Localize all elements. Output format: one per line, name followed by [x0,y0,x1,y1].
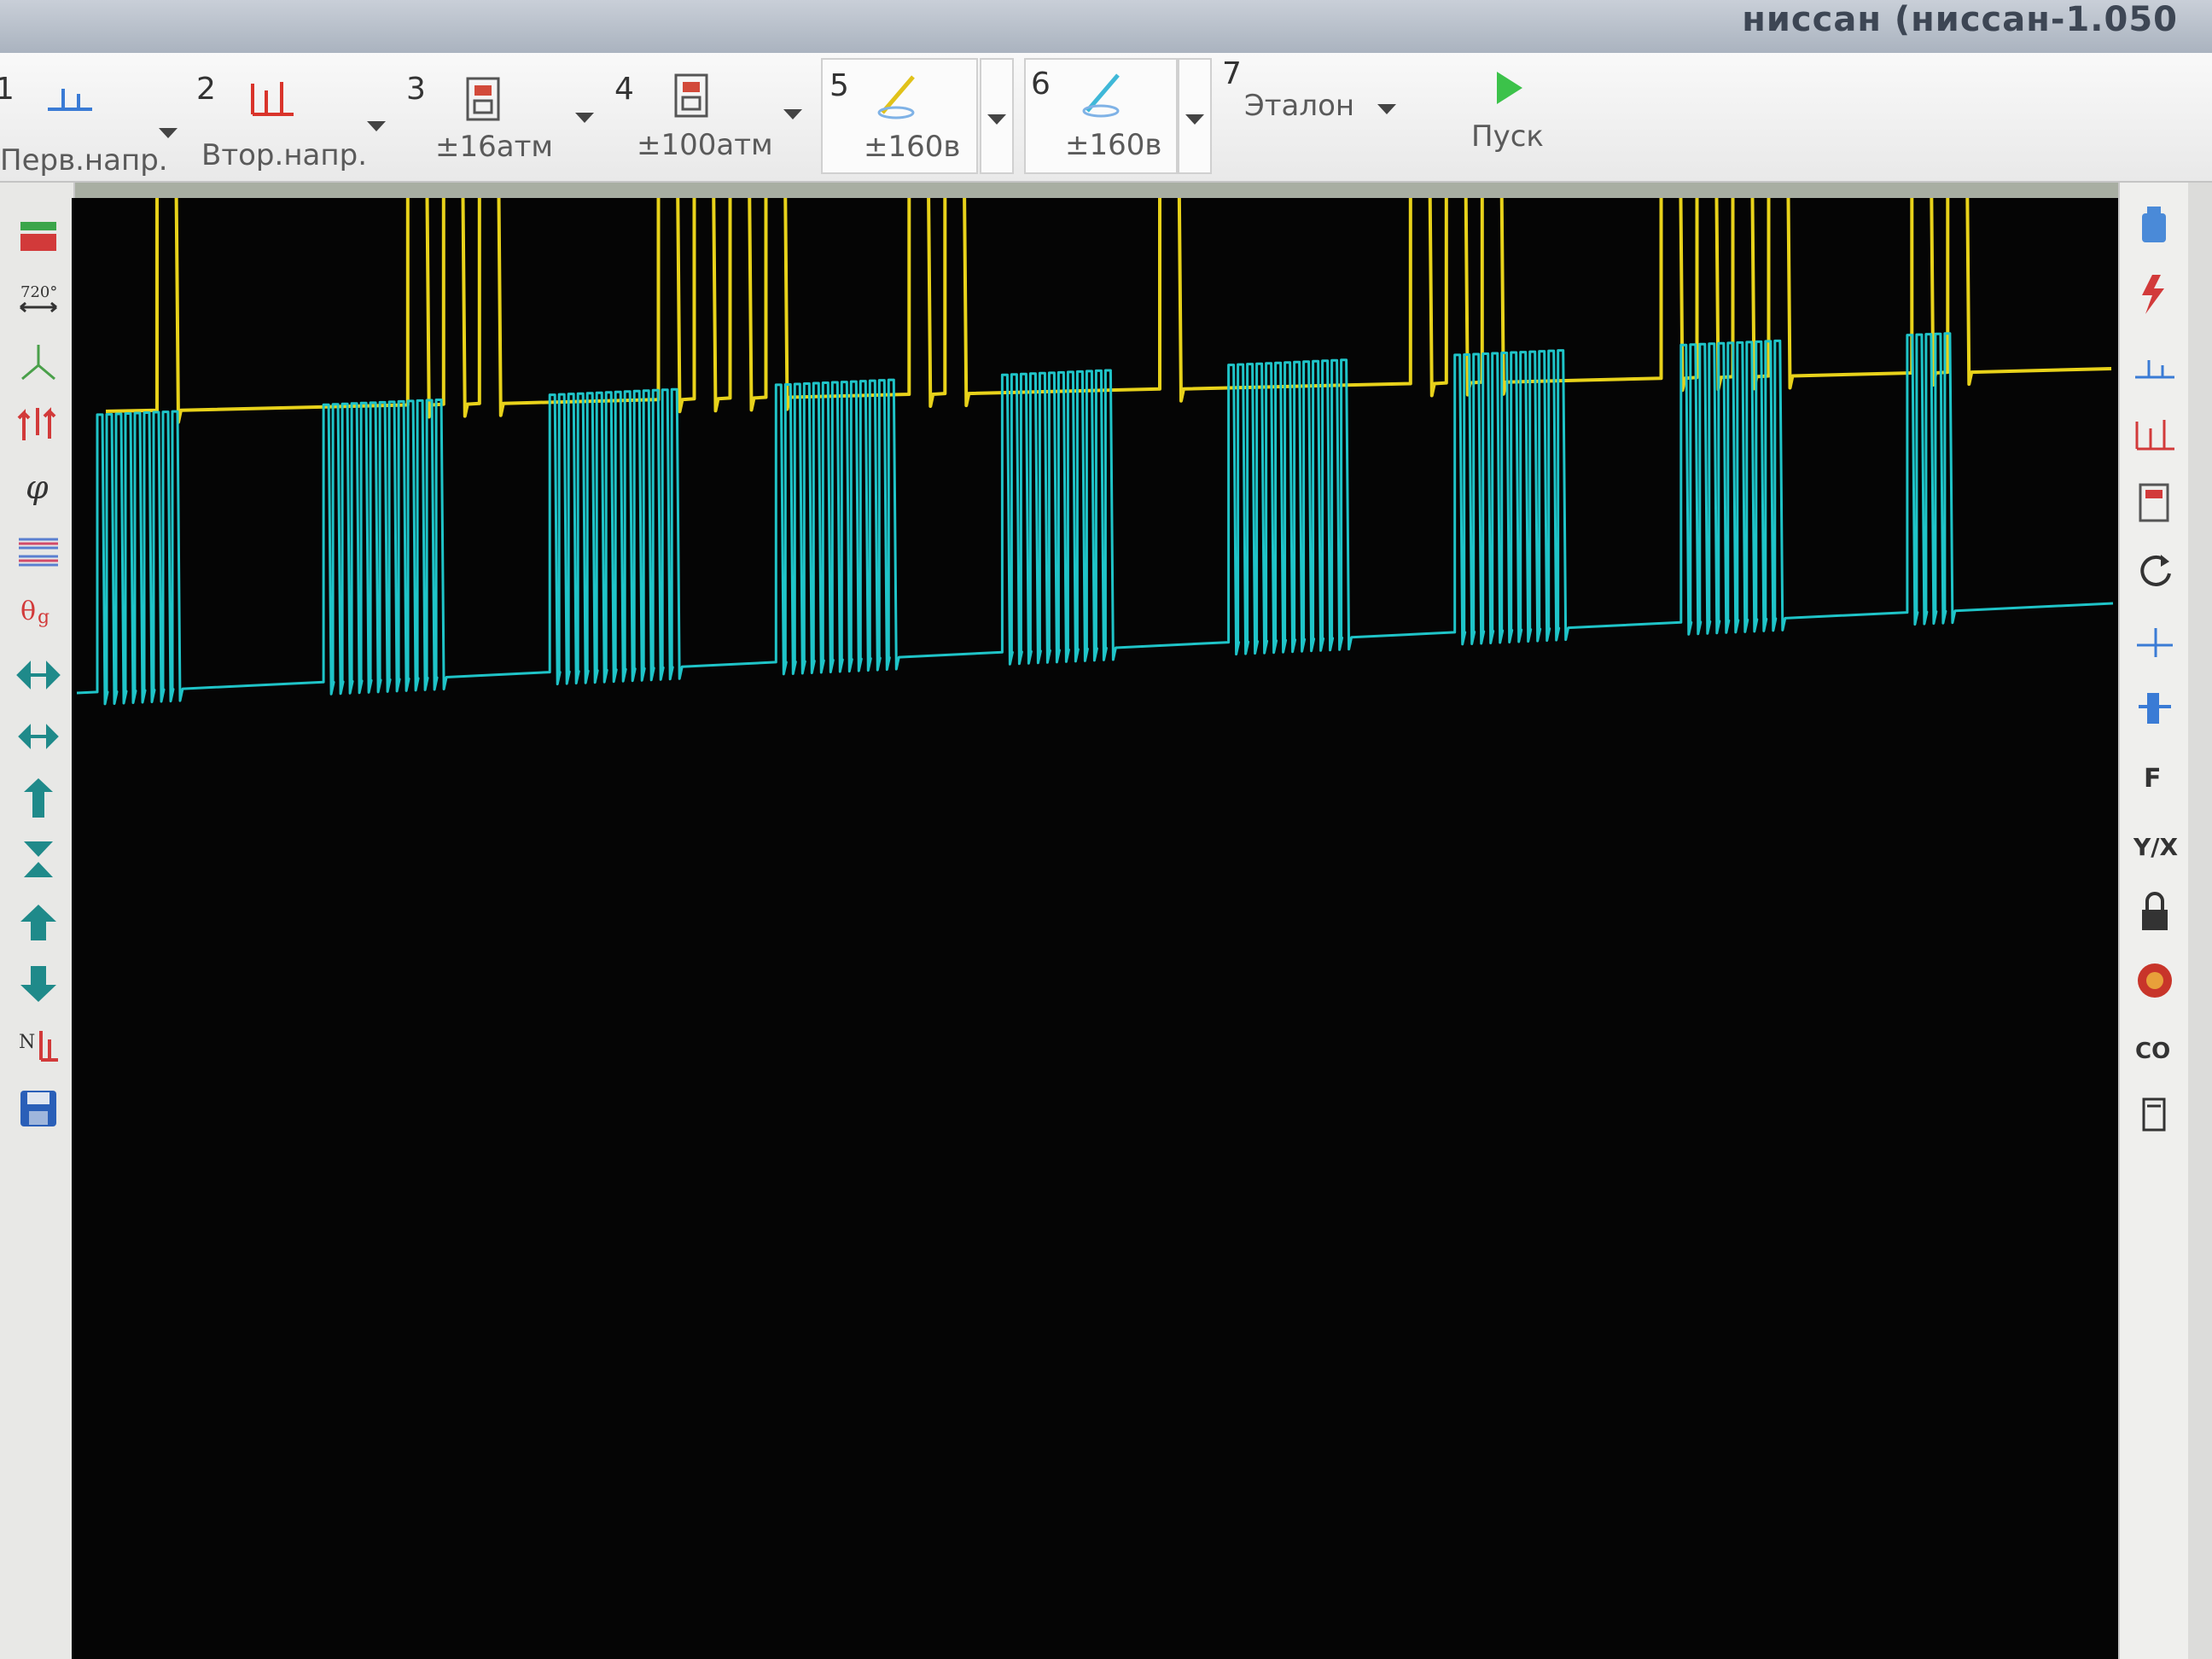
f-tool-icon[interactable]: F [2132,753,2178,799]
secondary-voltage-icon [251,82,294,116]
channel-2-button[interactable]: 2 Втор.напр. [196,53,375,181]
left-tool-panel: 720° φ θg N [0,183,75,1659]
channel-5-button[interactable]: 5 ±160в [821,58,978,174]
ratio-tool-icon[interactable]: Y/X [2132,821,2178,867]
co-tool-label: CO [2135,1039,2170,1064]
channel-6-dropdown-icon [1185,114,1204,125]
svg-text:720°: 720° [20,283,57,301]
channel-1-label: Перв.напр. [0,143,168,178]
panel-icon[interactable] [2132,1092,2178,1138]
svg-text:φ: φ [26,469,49,506]
phi-icon[interactable]: φ [15,463,61,509]
oscilloscope-display[interactable] [72,198,2118,1659]
title-bar: ниссан (ниссан-1.050 [0,0,2212,55]
ratio-tool-label: Y/X [2133,833,2178,861]
layers-icon[interactable] [15,527,61,573]
shift-down-icon[interactable] [15,961,61,1007]
window-edge [2188,183,2212,1659]
channel-1-button[interactable]: 1 Перв.напр. [0,53,179,181]
channel-7-reference-button[interactable]: 7 Эталон [1222,53,1410,181]
marker-icon[interactable]: N [15,1022,61,1068]
cylinder-icon[interactable]: θg [15,585,61,632]
channel-5-label: ±160в [864,130,961,164]
channel-4-dropdown-icon[interactable] [783,109,802,119]
start-button[interactable]: Пуск [1451,53,1570,181]
primary-voltage-icon[interactable] [2132,343,2178,389]
cursor-tool-icon[interactable] [2132,616,2178,662]
pressure-sensor-icon[interactable] [2132,480,2178,526]
bottle-icon[interactable] [2132,201,2178,247]
save-icon[interactable] [15,1086,61,1132]
injector-icon[interactable] [2132,684,2178,731]
channel-5-dropdown[interactable] [980,58,1014,174]
channel-1-number: 1 [0,72,15,107]
channel-6-dropdown[interactable] [1178,58,1212,174]
record-icon[interactable] [15,213,61,259]
sync-icon[interactable] [15,340,61,386]
waveform-plot [72,198,2118,1659]
channel-1-dropdown-icon[interactable] [159,128,178,138]
refresh-icon[interactable] [2132,548,2178,594]
channel-3-button[interactable]: 3 ±16атм [406,53,577,181]
channel-7-label: Эталон [1244,89,1355,123]
window-title: ниссан (ниссан-1.050 [1742,0,2178,39]
lock-icon[interactable] [2132,889,2178,935]
shift-up-icon[interactable] [15,899,61,946]
right-tool-panel: F Y/X CO [2118,183,2190,1659]
pressure-sensor-icon [674,73,708,118]
channel-4-label: ±100атм [637,128,773,162]
target-icon[interactable] [2132,958,2178,1004]
channel-3-label: ±16атм [435,130,554,164]
channel-4-button[interactable]: 4 ±100атм [614,53,794,181]
angle-720-icon[interactable]: 720° [15,275,61,321]
primary-voltage-icon [48,89,92,111]
channel-6-button[interactable]: 6 ±160в [1024,58,1178,174]
channel-5-number: 5 [830,68,849,103]
f-tool-label: F [2144,764,2162,794]
channel-2-label: Втор.напр. [201,138,368,172]
move-up-icon[interactable] [15,775,61,821]
start-label: Пуск [1471,119,1544,154]
channel-4-number: 4 [614,72,634,107]
channel-3-number: 3 [406,72,426,107]
svg-text:θ: θ [20,597,36,626]
spark-icon[interactable] [2132,271,2178,317]
move-diagonal-icon[interactable] [15,713,61,760]
svg-text:N: N [19,1032,35,1053]
probe-icon [1082,73,1120,118]
move-horizontal-icon[interactable] [15,652,61,698]
pressure-sensor-icon [466,77,500,121]
play-icon [1497,72,1522,104]
stretch-vertical-icon[interactable] [15,836,61,882]
ignition-icon[interactable] [15,401,61,447]
channel-7-dropdown-icon[interactable] [1377,104,1396,114]
channel-5-dropdown-icon [987,114,1006,125]
channel-6-label: ±160в [1065,128,1162,162]
probe-icon [877,75,915,119]
channel-3-dropdown-icon[interactable] [575,113,594,123]
co-tool-icon[interactable]: CO [2132,1026,2178,1072]
secondary-voltage-icon[interactable] [2132,411,2178,457]
svg-text:g: g [38,607,49,628]
channel-7-number: 7 [1222,56,1242,91]
channel-toolbar: 1 Перв.напр. 2 Втор.напр. 3 ±16атм 4 ±10… [0,53,2212,183]
channel-2-number: 2 [196,72,216,107]
channel-2-dropdown-icon[interactable] [367,121,386,131]
channel-6-number: 6 [1031,67,1051,102]
